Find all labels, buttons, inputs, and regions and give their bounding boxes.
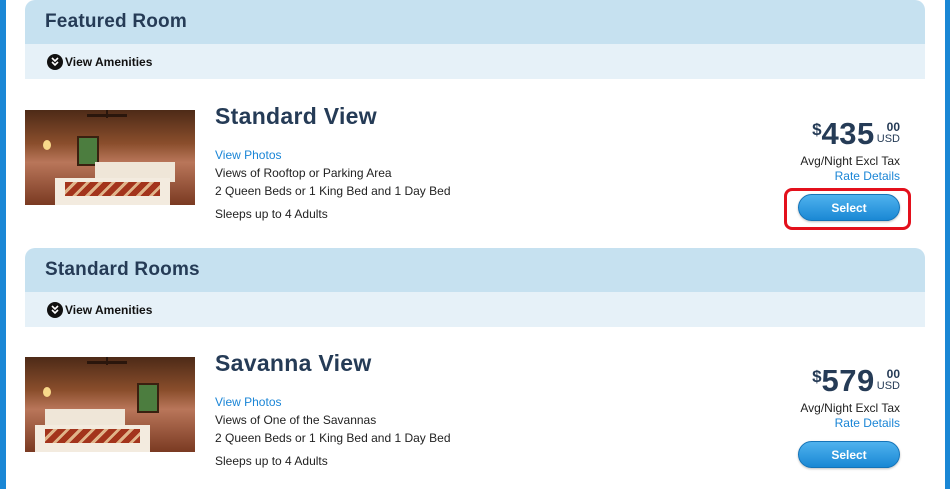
section-header: Standard Rooms <box>25 248 925 292</box>
view-amenities-toggle[interactable]: View Amenities <box>25 44 925 79</box>
chevron-double-down-icon <box>47 53 63 70</box>
price-currency-symbol: $ <box>812 120 822 139</box>
select-button-standard-view[interactable]: Select <box>798 194 900 221</box>
price-cents: 00 <box>886 367 900 381</box>
room-view-description: Views of One of the Savannas <box>215 413 377 427</box>
price: $ 579 00 USD <box>800 365 900 396</box>
price-amount: 435 <box>821 116 875 151</box>
view-photos-link[interactable]: View Photos <box>215 395 282 409</box>
price-block: $ 435 00 USD Avg/Night Excl Tax Rate Det… <box>800 118 900 183</box>
page-frame-left <box>0 0 6 489</box>
price: $ 435 00 USD <box>800 118 900 149</box>
chevron-double-down-icon <box>47 301 63 318</box>
rate-details-link[interactable]: Rate Details <box>800 416 900 430</box>
price-currency-symbol: $ <box>812 367 822 386</box>
select-button-savanna-view[interactable]: Select <box>798 441 900 468</box>
view-amenities-label: View Amenities <box>65 302 153 317</box>
avg-night-label: Avg/Night Excl Tax <box>800 154 900 168</box>
view-photos-link[interactable]: View Photos <box>215 148 282 162</box>
room-occupancy: Sleeps up to 4 Adults <box>215 454 328 468</box>
section-header: Featured Room <box>25 0 925 44</box>
room-photo[interactable] <box>25 110 195 205</box>
section-title: Featured Room <box>45 11 187 32</box>
section-title: Standard Rooms <box>45 259 200 280</box>
standard-rooms-section: Standard Rooms View Amenities <box>25 248 925 327</box>
room-name: Savanna View <box>215 350 372 376</box>
rate-details-link[interactable]: Rate Details <box>800 169 900 183</box>
featured-room-section: Featured Room View Amenities <box>25 0 925 79</box>
price-currency: USD <box>876 380 900 392</box>
price-amount: 579 <box>821 363 875 398</box>
room-row-savanna-view: Savanna View View Photos Views of One of… <box>25 350 925 489</box>
price-cents: 00 <box>886 120 900 134</box>
room-photo[interactable] <box>25 357 195 452</box>
price-block: $ 579 00 USD Avg/Night Excl Tax Rate Det… <box>800 365 900 430</box>
room-bed-description: 2 Queen Beds or 1 King Bed and 1 Day Bed <box>215 184 451 198</box>
view-amenities-toggle[interactable]: View Amenities <box>25 292 925 327</box>
room-occupancy: Sleeps up to 4 Adults <box>215 207 328 221</box>
room-bed-description: 2 Queen Beds or 1 King Bed and 1 Day Bed <box>215 431 451 445</box>
price-currency: USD <box>876 133 900 145</box>
page-frame-right <box>945 0 950 489</box>
room-view-description: Views of Rooftop or Parking Area <box>215 166 392 180</box>
avg-night-label: Avg/Night Excl Tax <box>800 401 900 415</box>
room-name: Standard View <box>215 103 377 129</box>
view-amenities-label: View Amenities <box>65 54 153 69</box>
